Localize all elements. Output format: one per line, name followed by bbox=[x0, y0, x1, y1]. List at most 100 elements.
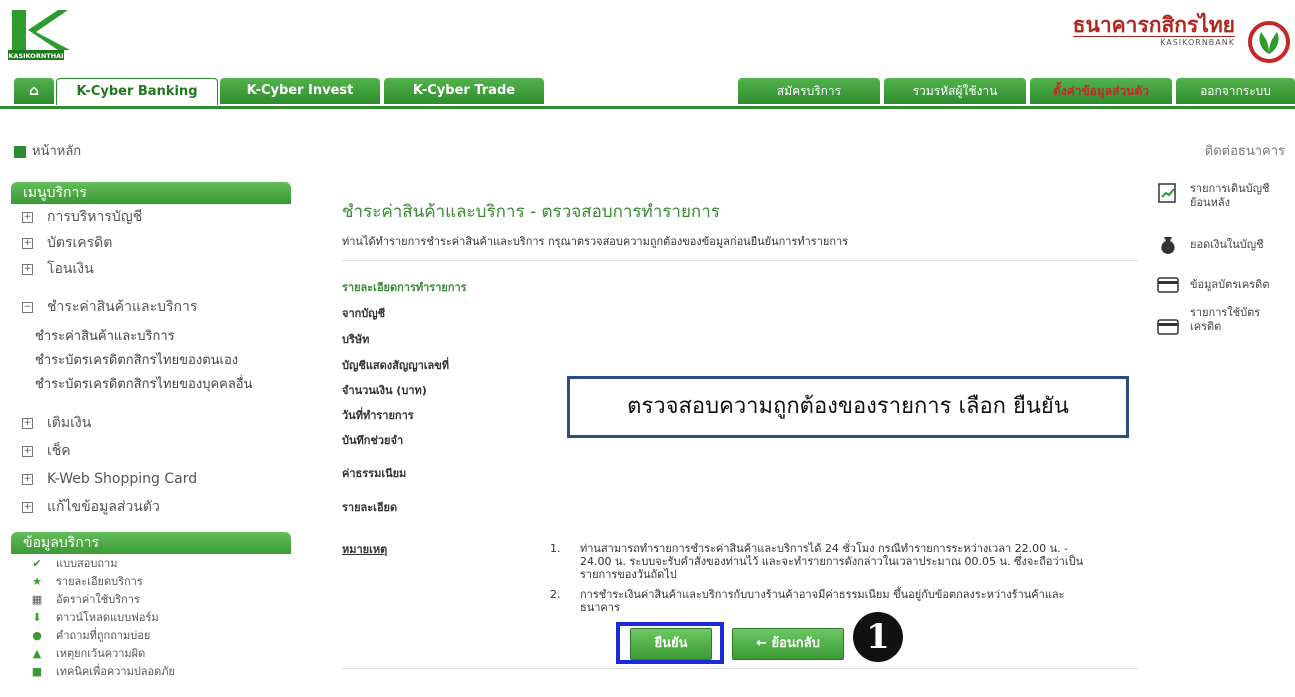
warning-icon: ▲ bbox=[32, 647, 42, 660]
checkmark-icon: ✔ bbox=[32, 557, 42, 570]
sidebar-item-label: K-Web Shopping Card bbox=[47, 471, 198, 487]
note-item: 2. การชำระเงินค่าสินค้าและบริการกับบางร้… bbox=[550, 588, 1110, 616]
credit-card-list-icon bbox=[1156, 316, 1180, 336]
shortcut-label: รายการเดินบัญชีย้อนหลัง bbox=[1190, 182, 1270, 209]
back-button[interactable]: ← ย้อนกลับ bbox=[732, 628, 844, 660]
field-fee: ค่าธรรมเนียม bbox=[342, 467, 407, 480]
bank-name-english: KASIKORNBANK bbox=[1072, 36, 1235, 47]
home-square-icon bbox=[14, 145, 26, 158]
confirm-button[interactable]: ยืนยัน bbox=[630, 628, 712, 660]
transaction-details-heading: รายละเอียดการทำรายการ bbox=[342, 281, 467, 294]
page-description: ท่านได้ทำรายการชำระค่าสินค้าและบริการ กร… bbox=[342, 235, 849, 248]
sidebar-item-label: การบริหารบัญชี bbox=[47, 209, 143, 225]
field-memo: บันทึกช่วยจำ bbox=[342, 434, 404, 447]
sidebar-item-label: เติมเงิน bbox=[47, 415, 92, 431]
shortcut-credit-card-transactions[interactable]: รายการใช้บัตรเครดิต bbox=[1156, 306, 1291, 338]
sidebar-item-credit-card[interactable]: + บัตรเครดิต bbox=[22, 232, 292, 254]
sidebar-item-label: โอนเงิน bbox=[47, 261, 94, 277]
combine-user-id-tab[interactable]: รวมรหัสผู้ใช้งาน bbox=[884, 78, 1026, 104]
info-label: รายละเอียดบริการ bbox=[56, 575, 143, 588]
breadcrumb-home-label: หน้าหลัก bbox=[32, 144, 82, 159]
sidebar-item-label: แก้ไขข้อมูลส่วนตัว bbox=[47, 499, 160, 515]
sidebar-item-account-management[interactable]: + การบริหารบัญชี bbox=[22, 206, 292, 228]
submenu-pay-own-credit-card[interactable]: ชำระบัตรเครดิตกสิกรไทยของตนเอง bbox=[35, 352, 238, 370]
divider bbox=[342, 260, 1138, 261]
info-disclaimer[interactable]: ▲ เหตุยกเว้นความผิด bbox=[30, 646, 146, 662]
bank-emblem-icon bbox=[1247, 20, 1291, 64]
home-tab[interactable]: ⌂ bbox=[14, 78, 54, 104]
question-icon: ● bbox=[32, 629, 42, 642]
field-from-account: จากบัญชี bbox=[342, 307, 386, 320]
expand-icon: + bbox=[22, 473, 33, 485]
home-icon: ⌂ bbox=[28, 83, 40, 99]
breadcrumb-home[interactable]: หน้าหลัก bbox=[14, 140, 81, 161]
sidebar-item-transfer[interactable]: + โอนเงิน bbox=[22, 258, 292, 280]
service-menu-header: เมนูบริการ bbox=[11, 182, 291, 204]
star-icon: ★ bbox=[32, 575, 42, 588]
page-title: ชำระค่าสินค้าและบริการ - ตรวจสอบการทำราย… bbox=[342, 202, 720, 222]
collapse-icon: − bbox=[22, 301, 33, 313]
field-contract-number: บัญชีแสดงสัญญาเลขที่ bbox=[342, 359, 450, 372]
document-icon: ▦ bbox=[31, 593, 43, 606]
shortcut-account-balance[interactable]: ยอดเงินในบัญชี bbox=[1156, 234, 1291, 256]
expand-icon: + bbox=[22, 501, 33, 513]
kasikorn-logo: KASIKORNTHAI bbox=[6, 6, 76, 62]
note-text: ท่านสามารถทำรายการชำระค่าสินค้าและบริการ… bbox=[580, 542, 1084, 581]
sidebar-item-k-web-shopping-card[interactable]: + K-Web Shopping Card bbox=[22, 468, 292, 490]
statement-icon bbox=[1156, 182, 1180, 203]
shortcut-label: รายการใช้บัตรเครดิต bbox=[1190, 306, 1261, 333]
info-label: เหตุยกเว้นความผิด bbox=[56, 647, 146, 660]
info-service-details[interactable]: ★ รายละเอียดบริการ bbox=[30, 574, 143, 590]
field-transaction-date: วันที่ทำรายการ bbox=[342, 409, 414, 422]
bank-name-thai: ธนาคารกสิกรไทย bbox=[1072, 12, 1235, 37]
lock-icon: ■ bbox=[31, 665, 43, 678]
logout-tab[interactable]: ออกจากระบบ bbox=[1176, 78, 1295, 104]
logo-text: KASIKORNTHAI bbox=[8, 52, 63, 60]
shortcut-statement-history[interactable]: รายการเดินบัญชีย้อนหลัง bbox=[1156, 182, 1291, 214]
info-label: อัตราค่าใช้บริการ bbox=[56, 593, 140, 606]
step-number-badge: 1 bbox=[853, 612, 903, 662]
note-text: การชำระเงินค่าสินค้าและบริการกับบางร้านค… bbox=[580, 588, 1065, 614]
credit-card-icon bbox=[1156, 274, 1180, 294]
field-amount: จำนวนเงิน (บาท) bbox=[342, 384, 427, 397]
contact-bank-link[interactable]: ติดต่อธนาคาร bbox=[1205, 140, 1285, 161]
shortcut-credit-card-info[interactable]: ข้อมูลบัตรเครดิต bbox=[1156, 274, 1291, 296]
divider bbox=[342, 668, 1138, 669]
info-label: แบบสอบถาม bbox=[56, 557, 118, 570]
instruction-callout: ตรวจสอบความถูกต้องของรายการ เลือก ยืนยัน bbox=[567, 376, 1129, 438]
main-navigation: ⌂ K-Cyber Banking K-Cyber Invest K-Cyber… bbox=[0, 74, 1295, 109]
money-bag-icon bbox=[1156, 234, 1180, 254]
expand-icon: + bbox=[22, 417, 33, 429]
note-number: 2. bbox=[550, 588, 561, 601]
sidebar-item-top-up[interactable]: + เติมเงิน bbox=[22, 412, 292, 434]
bank-name: ธนาคารกสิกรไทย KASIKORNBANK bbox=[1072, 12, 1235, 47]
register-service-tab[interactable]: สมัครบริการ bbox=[738, 78, 880, 104]
sidebar-item-cheque[interactable]: + เช็ค bbox=[22, 440, 292, 462]
tab-k-cyber-invest[interactable]: K-Cyber Invest bbox=[220, 78, 380, 104]
sidebar-item-bill-payment[interactable]: − ชำระค่าสินค้าและบริการ bbox=[22, 296, 292, 318]
tab-k-cyber-trade[interactable]: K-Cyber Trade bbox=[384, 78, 544, 104]
info-faq[interactable]: ● คำถามที่ถูกถามบ่อย bbox=[30, 628, 150, 644]
expand-icon: + bbox=[22, 237, 33, 249]
field-company: บริษัท bbox=[342, 333, 370, 346]
shortcut-label: ยอดเงินในบัญชี bbox=[1190, 238, 1264, 251]
expand-icon: + bbox=[22, 211, 33, 223]
info-security-tips[interactable]: ■ เทคนิคเพื่อความปลอดภัย bbox=[30, 664, 175, 680]
sidebar-item-edit-profile[interactable]: + แก้ไขข้อมูลส่วนตัว bbox=[22, 496, 292, 518]
sidebar-item-label: บัตรเครดิต bbox=[47, 235, 113, 251]
submenu-pay-bills[interactable]: ชำระค่าสินค้าและบริการ bbox=[35, 328, 175, 346]
service-info-header: ข้อมูลบริการ bbox=[11, 532, 291, 554]
tab-k-cyber-banking[interactable]: K-Cyber Banking bbox=[56, 78, 218, 105]
sidebar-item-label: เช็ค bbox=[47, 443, 71, 459]
personal-settings-tab[interactable]: ตั้งค่าข้อมูลส่วนตัว bbox=[1030, 78, 1172, 104]
info-label: คำถามที่ถูกถามบ่อย bbox=[56, 629, 151, 642]
info-fees[interactable]: ▦ อัตราค่าใช้บริการ bbox=[30, 592, 140, 608]
info-download-forms[interactable]: ⬇ ดาวน์โหลดแบบฟอร์ม bbox=[30, 610, 158, 626]
info-label: เทคนิคเพื่อความปลอดภัย bbox=[56, 665, 175, 678]
info-survey[interactable]: ✔ แบบสอบถาม bbox=[30, 556, 117, 572]
expand-icon: + bbox=[22, 263, 33, 275]
submenu-pay-others-credit-card[interactable]: ชำระบัตรเครดิตกสิกรไทยของบุคคลอื่น bbox=[35, 376, 253, 394]
notes-label: หมายเหตุ bbox=[342, 543, 388, 556]
sidebar-item-label: ชำระค่าสินค้าและบริการ bbox=[47, 299, 198, 315]
expand-icon: + bbox=[22, 445, 33, 457]
